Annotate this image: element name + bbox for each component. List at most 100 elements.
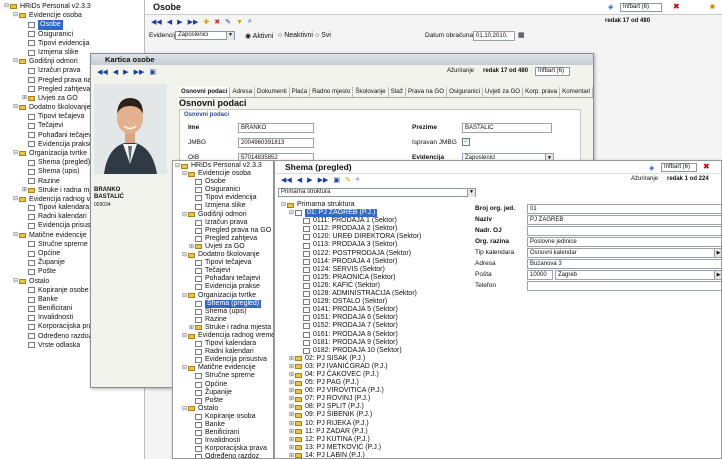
tree-item[interactable]: Tipovi tečajeva [175, 259, 273, 267]
tree-item[interactable]: Shema (upis) [175, 308, 273, 316]
tab-8[interactable]: Osiguranici [447, 87, 484, 97]
collapse-icon[interactable]: ⊟ [13, 149, 18, 158]
tree-item[interactable]: ⊟ Matične evidencije [175, 364, 273, 372]
tree-item[interactable]: ⊞ 06: PJ VIROVITICA (P.J.) [281, 387, 471, 395]
tree-item[interactable]: 0124: SERVIS (Sektor) [281, 266, 471, 274]
expand-icon[interactable]: ⊞ [289, 379, 294, 387]
tree-item[interactable]: Tipovi evidencija [4, 39, 144, 48]
collapse-icon[interactable]: ⊟ [182, 292, 187, 300]
edit-icon[interactable]: ✎ [225, 18, 231, 26]
tree-item[interactable]: ⊟ Evidencija radnog vremena [175, 332, 273, 340]
tree-item[interactable]: ⊟ Dodatno školovanje [175, 251, 273, 259]
search-icon[interactable]: ⌕ [356, 176, 360, 184]
tree-item[interactable]: 0181: PRODAJA 9 (Sektor) [281, 339, 471, 347]
tip-select[interactable]: Osnovni kalendar ▶ [527, 248, 721, 258]
collapse-icon[interactable]: ⊟ [13, 103, 18, 112]
tree-item[interactable]: Banke [175, 421, 273, 429]
tree-item[interactable]: ⊞ 11: PJ ZADAR (P.J.) [281, 428, 471, 436]
tree-item[interactable]: Razine [175, 316, 273, 324]
infobar-select[interactable]: Infbart (6) [535, 67, 570, 76]
tree-item[interactable]: Tečajevi [175, 267, 273, 275]
tab-9[interactable]: Uvjeti za GO [483, 87, 524, 97]
expand-icon[interactable]: ⊞ [289, 411, 294, 419]
tree-item[interactable]: Pošte [175, 397, 273, 405]
collapse-icon[interactable]: ⊟ [13, 277, 18, 286]
save-icon[interactable]: ▣ [333, 176, 340, 184]
tab-1[interactable]: Adresa [230, 87, 256, 97]
info-icon[interactable]: ◈ [608, 3, 613, 11]
radio-aktivni[interactable]: ◉ Aktivni [245, 32, 273, 40]
tree-item[interactable]: 0125: PRAONICA (Sektor) [281, 274, 471, 282]
tree-item[interactable]: ⊟ Evidencije osoba [4, 11, 144, 20]
tree-item[interactable]: ⊟ Ostalo [175, 405, 273, 413]
expand-icon[interactable]: ⊞ [289, 355, 294, 363]
tree-item[interactable]: ⊞ 14: PJ LABIN (P.J.) [281, 452, 471, 458]
tree-item[interactable]: ⊟ 01: PJ ZAGREB (P.J.) [281, 209, 471, 218]
datum-input[interactable]: 01.10.2010. [473, 31, 515, 41]
tree-item[interactable]: Općine [175, 381, 273, 389]
collapse-icon[interactable]: ⊟ [182, 170, 187, 178]
tree-item[interactable]: ⊟ HRiDs Personal v2.3.3 [4, 2, 144, 11]
tree-item[interactable]: ⊞ Uvjeti za GO [175, 243, 273, 251]
tab-4[interactable]: Radno mjesto [310, 87, 354, 97]
tab-6[interactable]: Staž [389, 87, 406, 97]
expand-icon[interactable]: ⊞ [189, 324, 194, 332]
tree-item[interactable]: Evidencija prakse [175, 283, 273, 291]
calendar-icon[interactable]: ▦ [518, 31, 525, 39]
tab-7[interactable]: Prava na GO [406, 87, 448, 97]
posta-code-input[interactable]: 10000 [527, 270, 553, 280]
tree-item[interactable]: Tipovi evidencija [175, 194, 273, 202]
tree-item[interactable]: 0126: KAFIĆ (Sektor) [281, 282, 471, 290]
radio-svi[interactable]: ○ Svi [315, 32, 331, 39]
expand-icon[interactable]: ⊞ [289, 395, 294, 403]
collapse-icon[interactable]: ⊟ [4, 2, 9, 11]
radio-neaktivni[interactable]: ○ Neaktivni [278, 32, 313, 39]
first-record-icon[interactable]: ◀◀ [151, 18, 162, 26]
collapse-icon[interactable]: ⊟ [182, 405, 187, 413]
prev-record-icon[interactable]: ◀ [297, 176, 302, 184]
posta-select[interactable]: Zagreb ▶ [555, 270, 721, 280]
tree-item[interactable]: Tipovi kalendara [175, 340, 273, 348]
telefon-input[interactable] [527, 281, 721, 291]
broj-input[interactable]: 01 [527, 204, 721, 214]
tree-item[interactable]: 0151: PRODAJA 6 (Sektor) [281, 314, 471, 322]
tree-item[interactable]: Shema (pregled) [175, 299, 273, 308]
info-icon[interactable]: ◈ [649, 164, 654, 172]
tab-2[interactable]: Dokumenti [255, 87, 290, 97]
jmbg-input[interactable]: 2004960391813 [238, 138, 314, 148]
expand-icon[interactable]: ⊞ [289, 452, 294, 458]
delete-icon[interactable]: ✖ [214, 18, 220, 26]
collapse-icon[interactable]: ⊟ [175, 162, 180, 170]
ime-input[interactable]: BRANKO [238, 123, 314, 133]
next-record-icon[interactable]: ▶ [307, 176, 312, 184]
tab-11[interactable]: Komentari [560, 87, 593, 97]
tree-item[interactable]: Osiguranici [4, 30, 144, 39]
evidencija-select[interactable]: Zaposlenici ▼ [175, 31, 235, 40]
first-record-icon[interactable]: ◀◀ [97, 68, 108, 76]
tree-item[interactable]: 0152: PRODAJA 7 (Sektor) [281, 322, 471, 330]
save-icon[interactable]: ▣ [149, 68, 156, 76]
last-record-icon[interactable]: ▶▶ [318, 176, 329, 184]
tree-item[interactable]: ⊞ Struke i radna mjesta [175, 324, 273, 332]
tree-item[interactable]: ⊞ 09: PJ ŠIBENIK (P.J.) [281, 411, 471, 419]
tree-item[interactable]: Pohađani tečajevi [175, 275, 273, 283]
search-icon[interactable]: ⌕ [248, 18, 252, 26]
collapse-icon[interactable]: ⊟ [182, 251, 187, 259]
tree-item[interactable]: 0114: PRODAJA 4 (Sektor) [281, 258, 471, 266]
naziv-input[interactable]: PJ ZAGREB [527, 215, 721, 225]
tree-item[interactable]: 0182: PRODAJA 10 (Sektor) [281, 347, 471, 355]
last-record-icon[interactable]: ▶▶ [134, 68, 145, 76]
tree-item[interactable]: ⊞ 10: PJ RIJEKA (P.J.) [281, 420, 471, 428]
expand-icon[interactable]: ⊞ [289, 444, 294, 452]
ispravan-jmbg-checkbox[interactable]: ✓ [462, 138, 470, 146]
close-icon[interactable]: ✖ [703, 162, 710, 171]
tree-item[interactable]: Osobe [175, 178, 273, 186]
tree-item[interactable]: ⊟ Organizacija tvrtke [175, 292, 273, 300]
collapse-icon[interactable]: ⊟ [182, 211, 187, 219]
expand-icon[interactable]: ⊞ [189, 243, 194, 251]
tree-item[interactable]: Evidencija prisustva [175, 356, 273, 364]
tree-item[interactable]: 0122: POSTPRODAJA (Sektor) [281, 250, 471, 258]
tree-item[interactable]: ⊞ 04: PJ ČAKOVEC (P.J.) [281, 371, 471, 379]
nadr-input[interactable] [527, 226, 721, 236]
tree-item[interactable]: 0120: UREĐ DIREKTORA (Sektor) [281, 233, 471, 241]
